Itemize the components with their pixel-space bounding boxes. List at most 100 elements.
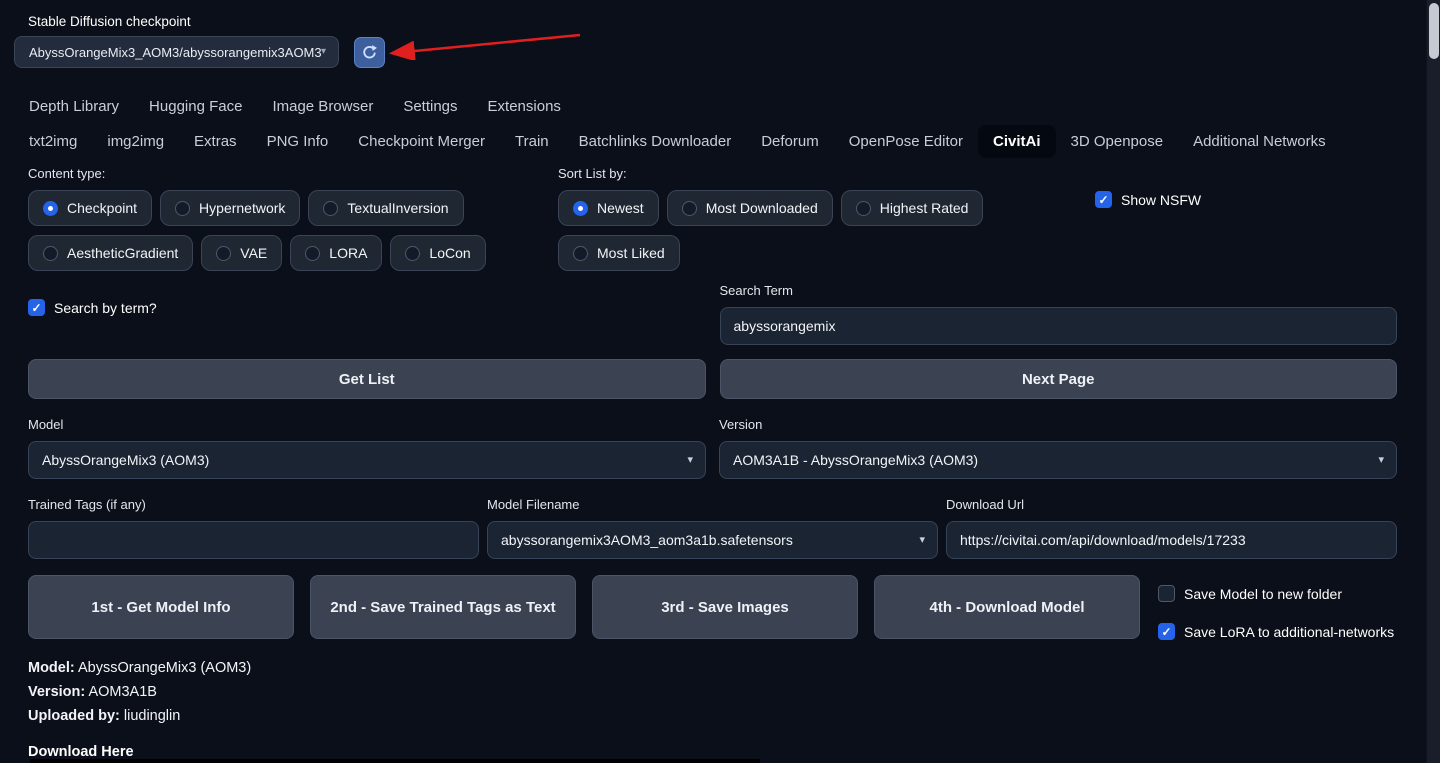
model-info-uploader-value: liudinglin <box>123 708 181 724</box>
model-filename-label: Model Filename <box>487 497 580 512</box>
radio-aestheticgradient[interactable]: AestheticGradient <box>28 235 194 271</box>
tab-checkpoint-merger[interactable]: Checkpoint Merger <box>343 125 500 158</box>
radio-label: Most Liked <box>597 245 665 261</box>
download-url-input[interactable] <box>946 521 1397 559</box>
model-filename-value: abyssorangemix3AOM3_aom3a1b.safetensors <box>501 532 793 548</box>
refresh-checkpoint-button[interactable] <box>354 36 385 68</box>
radio-dot-icon <box>855 200 871 216</box>
primary-tab-bar: txt2img img2img Extras PNG Info Checkpoi… <box>0 125 1440 158</box>
secondary-tab-bar: Depth Library Hugging Face Image Browser… <box>0 90 1440 123</box>
show-nsfw-label: Show NSFW <box>1121 191 1202 208</box>
radio-locon[interactable]: LoCon <box>390 235 486 271</box>
download-model-button[interactable]: 4th - Download Model <box>874 575 1140 639</box>
get-list-button[interactable]: Get List <box>28 359 706 399</box>
radio-label: Most Downloaded <box>705 200 818 216</box>
scrollbar[interactable] <box>1426 0 1440 763</box>
save-model-new-folder-checkbox[interactable]: Save Model to new folder <box>1158 575 1397 602</box>
civitai-panel: Content type: Checkpoint Hypernetwork Te… <box>0 166 1440 760</box>
content-type-radio-group: Checkpoint Hypernetwork TextualInversion… <box>28 190 558 271</box>
radio-label: VAE <box>240 245 268 261</box>
app-window: Stable Diffusion checkpoint AbyssOrangeM… <box>0 0 1440 763</box>
check-icon: ✓ <box>1161 624 1172 639</box>
model-info-model-label: Model: <box>28 660 75 676</box>
radio-textualinversion[interactable]: TextualInversion <box>308 190 464 226</box>
radio-dot-icon <box>573 245 588 261</box>
caret-down-icon: ▾ <box>320 46 326 57</box>
tab-deforum[interactable]: Deforum <box>746 125 834 158</box>
model-info-version-label: Version: <box>28 684 86 700</box>
radio-label: AestheticGradient <box>67 245 179 261</box>
below-fold-content <box>30 759 760 763</box>
model-filename-select[interactable]: abyssorangemix3AOM3_aom3a1b.safetensors … <box>487 521 938 559</box>
tab-settings[interactable]: Settings <box>388 90 472 123</box>
tab-additional-networks[interactable]: Additional Networks <box>1178 125 1341 158</box>
tab-txt2img[interactable]: txt2img <box>14 125 92 158</box>
content-type-label: Content type: <box>28 166 106 181</box>
radio-label: LoCon <box>429 245 471 261</box>
search-by-term-checkbox[interactable]: ✓ Search by term? <box>28 299 706 316</box>
check-icon: ✓ <box>1098 192 1109 207</box>
tab-image-browser[interactable]: Image Browser <box>257 90 388 123</box>
save-trained-tags-button[interactable]: 2nd - Save Trained Tags as Text <box>310 575 576 639</box>
radio-dot-icon <box>405 245 421 261</box>
tab-openpose-editor[interactable]: OpenPose Editor <box>834 125 978 158</box>
model-label: Model <box>28 417 64 432</box>
radio-highest-rated[interactable]: Highest Rated <box>840 190 984 226</box>
radio-newest[interactable]: Newest <box>558 190 659 226</box>
checkpoint-bar: Stable Diffusion checkpoint AbyssOrangeM… <box>0 0 1440 68</box>
model-info-model-value: AbyssOrangeMix3 (AOM3) <box>77 660 252 676</box>
caret-down-icon: ▾ <box>1378 453 1384 466</box>
sort-label: Sort List by: <box>558 166 627 181</box>
trained-tags-input[interactable] <box>28 521 479 559</box>
tab-png-info[interactable]: PNG Info <box>252 125 344 158</box>
checkbox-checked-icon: ✓ <box>28 299 45 316</box>
tab-hugging-face[interactable]: Hugging Face <box>134 90 257 123</box>
checkbox-checked-icon: ✓ <box>1158 623 1175 640</box>
tab-train[interactable]: Train <box>500 125 564 158</box>
save-images-button[interactable]: 3rd - Save Images <box>592 575 858 639</box>
download-here-heading: Download Here <box>28 744 134 760</box>
tab-batchlinks-downloader[interactable]: Batchlinks Downloader <box>564 125 747 158</box>
tab-civitai[interactable]: CivitAi <box>977 125 1056 158</box>
radio-vae[interactable]: VAE <box>201 235 283 271</box>
radio-label: LORA <box>329 245 368 261</box>
model-select[interactable]: AbyssOrangeMix3 (AOM3) ▾ <box>28 441 706 479</box>
model-info-version: Version: AOM3A1B <box>28 684 1397 700</box>
tab-3d-openpose[interactable]: 3D Openpose <box>1056 125 1179 158</box>
tab-depth-library[interactable]: Depth Library <box>14 90 134 123</box>
radio-hypernetwork[interactable]: Hypernetwork <box>160 190 301 226</box>
radio-checkpoint[interactable]: Checkpoint <box>28 190 153 226</box>
get-model-info-button[interactable]: 1st - Get Model Info <box>28 575 294 639</box>
radio-lora[interactable]: LORA <box>290 235 383 271</box>
radio-dot-icon <box>323 200 339 216</box>
radio-dot-icon <box>573 200 588 216</box>
sort-radio-group: Newest Most Downloaded Highest Rated Mos… <box>558 190 1083 271</box>
radio-dot-icon <box>681 200 697 216</box>
model-info-uploader-label: Uploaded by: <box>28 708 120 724</box>
radio-label: Highest Rated <box>879 200 969 216</box>
refresh-icon <box>363 44 378 58</box>
model-info-uploader: Uploaded by: liudinglin <box>28 708 1397 724</box>
show-nsfw-checkbox[interactable]: ✓ Show NSFW <box>1095 191 1397 208</box>
version-select-value: AOM3A1B - AbyssOrangeMix3 (AOM3) <box>733 452 979 468</box>
model-info-block: Model: AbyssOrangeMix3 (AOM3) Version: A… <box>28 660 1397 760</box>
tab-img2img[interactable]: img2img <box>92 125 179 158</box>
radio-dot-icon <box>305 245 321 261</box>
next-page-button[interactable]: Next Page <box>719 359 1397 399</box>
tab-extensions[interactable]: Extensions <box>473 90 576 123</box>
save-lora-additional-networks-checkbox[interactable]: ✓ Save LoRA to additional-networks <box>1158 623 1397 640</box>
version-select[interactable]: AOM3A1B - AbyssOrangeMix3 (AOM3) ▾ <box>719 441 1397 479</box>
radio-most-liked[interactable]: Most Liked <box>558 235 680 271</box>
tab-extras[interactable]: Extras <box>179 125 252 158</box>
radio-dot-icon <box>216 245 232 261</box>
radio-dot-icon <box>175 200 191 216</box>
download-url-label: Download Url <box>946 497 1025 512</box>
search-term-input[interactable] <box>719 307 1397 345</box>
checkpoint-label: Stable Diffusion checkpoint <box>28 14 191 29</box>
radio-most-downloaded[interactable]: Most Downloaded <box>666 190 833 226</box>
radio-label: Hypernetwork <box>199 200 286 216</box>
radio-label: Newest <box>597 200 644 216</box>
checkpoint-select[interactable]: AbyssOrangeMix3_AOM3/abyssorangemix3AOM3… <box>14 36 339 68</box>
radio-label: TextualInversion <box>347 200 449 216</box>
scrollbar-thumb[interactable] <box>1429 3 1439 59</box>
